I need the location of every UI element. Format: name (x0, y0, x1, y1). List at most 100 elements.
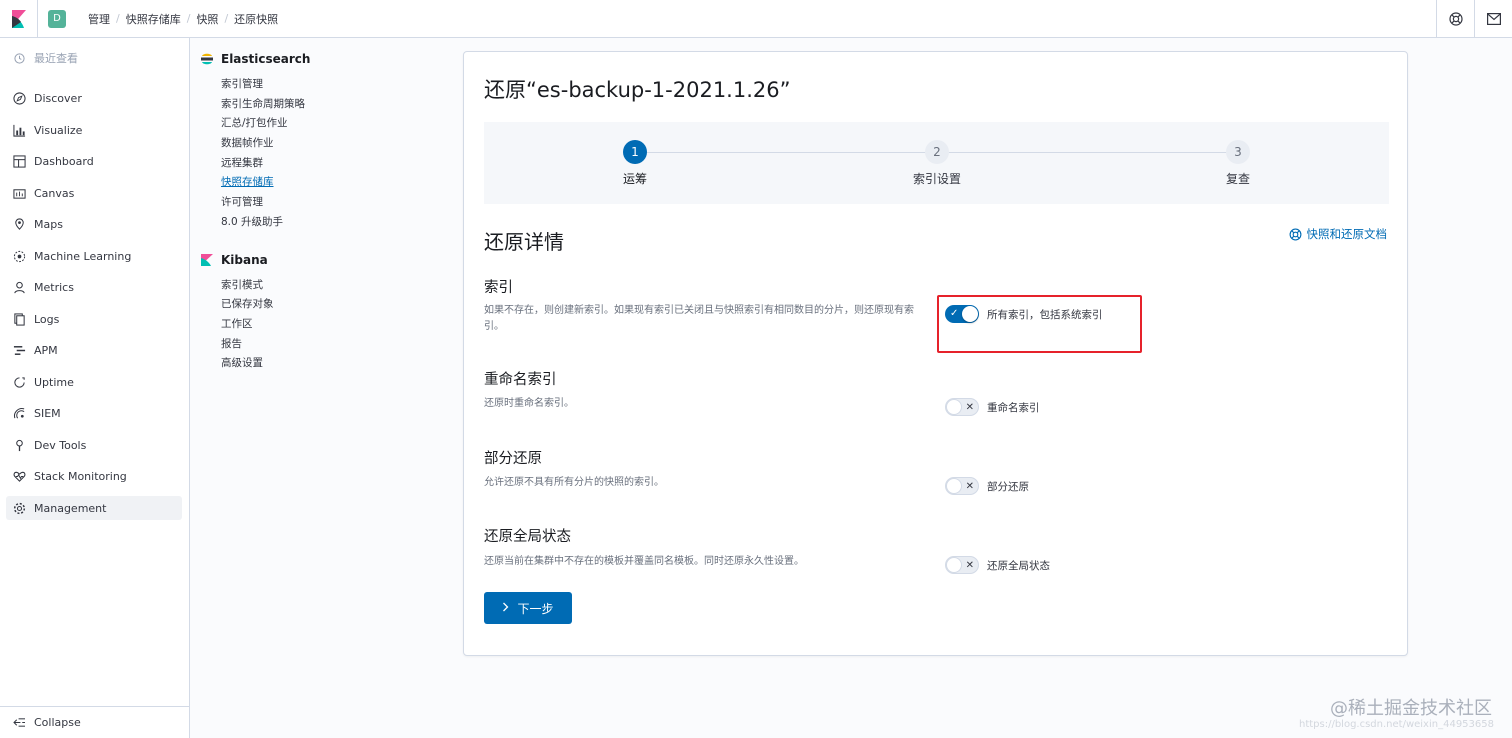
nav-item-label: Maps (34, 217, 63, 231)
partial-restore-description: 允许还原不具有所有分片的快照的索引。 (484, 477, 664, 488)
metrics-icon (12, 280, 26, 294)
nav-item-uptime[interactable]: Uptime (6, 370, 182, 394)
global-state-title: 还原全局状态 (484, 529, 571, 545)
nav-item-maps[interactable]: Maps (6, 212, 182, 236)
nav-item-machine-learning[interactable]: Machine Learning (6, 244, 182, 268)
cross-icon: ✕ (965, 402, 974, 413)
nav-recent-label: 最近查看 (34, 52, 78, 65)
collapse-nav-button[interactable]: Collapse (0, 706, 190, 738)
docs-link[interactable]: 快照和还原文档 (1289, 226, 1388, 242)
collapse-arrow-icon (12, 716, 26, 730)
mgmt-link-license-management[interactable]: 许可管理 (200, 193, 450, 213)
help-lifebuoy-icon (1289, 228, 1301, 240)
kibana-logo-icon (11, 9, 26, 28)
docs-link-label: 快照和还原文档 (1306, 227, 1388, 241)
nav-item-canvas[interactable]: Canvas (6, 181, 182, 205)
nav-item-logs[interactable]: Logs (6, 307, 182, 331)
mgmt-link-index-patterns[interactable]: 索引模式 (200, 276, 450, 296)
step-index-settings[interactable]: 2 索引设置 (887, 140, 987, 187)
step-number: 1 (623, 140, 647, 164)
newsfeed-button[interactable] (1474, 0, 1512, 38)
rename-indices-label: 重命名索引 (987, 401, 1040, 414)
step-review[interactable]: 3 复查 (1188, 140, 1288, 187)
breadcrumb-snapshot-repositories[interactable]: 快照存储库 (126, 11, 181, 27)
nav-item-apm[interactable]: APM (6, 338, 182, 362)
compass-icon (12, 91, 26, 105)
global-state-label: 还原全局状态 (987, 559, 1050, 572)
next-step-button[interactable]: 下一步 (484, 592, 572, 624)
mgmt-link-snapshot-repositories[interactable]: 快照存储库 (200, 173, 450, 193)
mgmt-link-remote-clusters[interactable]: 远程集群 (200, 154, 450, 174)
breadcrumb: 管理 / 快照存储库 / 快照 / 还原快照 (88, 11, 278, 27)
rename-toggle-row: ✕ 重命名索引 (945, 398, 1040, 416)
nav-item-label: SIEM (34, 406, 61, 420)
visualize-chart-icon (12, 123, 26, 137)
step-logistics[interactable]: 1 运筹 (585, 140, 685, 187)
switch-knob (946, 478, 962, 494)
step-label: 运筹 (622, 172, 647, 186)
nav-item-dashboard[interactable]: Dashboard (6, 149, 182, 173)
rename-indices-description: 还原时重命名索引。 (484, 398, 574, 409)
nav-recently-viewed[interactable]: 最近查看 (6, 46, 182, 70)
rename-indices-title: 重命名索引 (484, 372, 557, 388)
nav-item-visualize[interactable]: Visualize (6, 118, 182, 142)
chevron-right-icon (502, 601, 509, 615)
mgmt-link-reporting[interactable]: 报告 (200, 335, 450, 355)
nav-item-stack-monitoring[interactable]: Stack Monitoring (6, 464, 182, 488)
mgmt-link-spaces[interactable]: 工作区 (200, 315, 450, 335)
mgmt-link-advanced-settings[interactable]: 高级设置 (200, 354, 450, 374)
nav-item-label: Visualize (34, 123, 83, 137)
mgmt-link-rollup-jobs[interactable]: 汇总/打包作业 (200, 114, 450, 134)
indices-title: 索引 (484, 280, 513, 296)
breadcrumb-separator: / (224, 12, 229, 25)
breadcrumb-management[interactable]: 管理 (88, 11, 110, 27)
clock-icon (12, 51, 26, 65)
nav-item-label: Dev Tools (34, 438, 87, 452)
nav-item-label: Dashboard (34, 154, 94, 168)
header-actions (1436, 0, 1512, 38)
kibana-logo[interactable] (0, 0, 38, 38)
restore-snapshot-panel: 还原“es-backup-1-2021.1.26” 1 运筹 2 索引设置 3 … (463, 51, 1408, 656)
help-button[interactable] (1436, 0, 1474, 38)
indices-description: 如果不存在，则创建新索引。如果现有索引已关闭且与快照索引有相同数目的分片，则还原… (484, 305, 914, 332)
nav-item-siem[interactable]: SIEM (6, 401, 182, 425)
nav-item-management[interactable]: Management (6, 496, 182, 520)
step-label: 复查 (1225, 172, 1250, 186)
breadcrumb-restore-snapshot: 还原快照 (234, 12, 279, 26)
step-number: 3 (1226, 140, 1250, 164)
machine-learning-icon (12, 249, 26, 263)
breadcrumb-separator: / (186, 12, 191, 25)
cross-icon: ✕ (965, 560, 974, 571)
nav-item-label: Canvas (34, 186, 75, 200)
steps-bar: 1 运筹 2 索引设置 3 复查 (484, 122, 1389, 204)
mgmt-link-index-management[interactable]: 索引管理 (200, 75, 450, 95)
nav-item-discover[interactable]: Discover (6, 86, 182, 110)
mgmt-link-upgrade-assistant[interactable]: 8.0 升级助手 (200, 213, 450, 233)
section-title: 还原详情 (484, 230, 564, 254)
nav-item-metrics[interactable]: Metrics (6, 275, 182, 299)
breadcrumb-snapshots[interactable]: 快照 (196, 11, 218, 27)
cross-icon: ✕ (965, 481, 974, 492)
partial-restore-label: 部分还原 (987, 480, 1029, 493)
nav-item-label: Stack Monitoring (34, 469, 127, 483)
mgmt-link-index-lifecycle[interactable]: 索引生命周期策略 (200, 95, 450, 115)
global-state-switch[interactable]: ✕ (945, 556, 979, 574)
logs-icon (12, 312, 26, 326)
mail-icon (1486, 13, 1501, 25)
next-step-label: 下一步 (517, 601, 554, 616)
space-avatar[interactable]: D (48, 9, 66, 28)
mgmt-link-saved-objects[interactable]: 已保存对象 (200, 295, 450, 315)
elasticsearch-logo-icon (201, 53, 213, 65)
partial-restore-switch[interactable]: ✕ (945, 477, 979, 495)
nav-item-dev-tools[interactable]: Dev Tools (6, 433, 182, 457)
mgmt-link-transforms[interactable]: 数据帧作业 (200, 134, 450, 154)
global-state-toggle-row: ✕ 还原全局状态 (945, 556, 1050, 574)
apm-icon (12, 343, 26, 357)
rename-indices-switch[interactable]: ✕ (945, 398, 979, 416)
nav-item-label: Metrics (34, 280, 74, 294)
switch-knob (946, 399, 962, 415)
mgmt-group-elasticsearch: Elasticsearch (200, 48, 450, 70)
uptime-icon (12, 375, 26, 389)
management-side-nav: Elasticsearch 索引管理 索引生命周期策略 汇总/打包作业 数据帧作… (200, 48, 450, 374)
mgmt-group-label: Elasticsearch (221, 52, 311, 66)
